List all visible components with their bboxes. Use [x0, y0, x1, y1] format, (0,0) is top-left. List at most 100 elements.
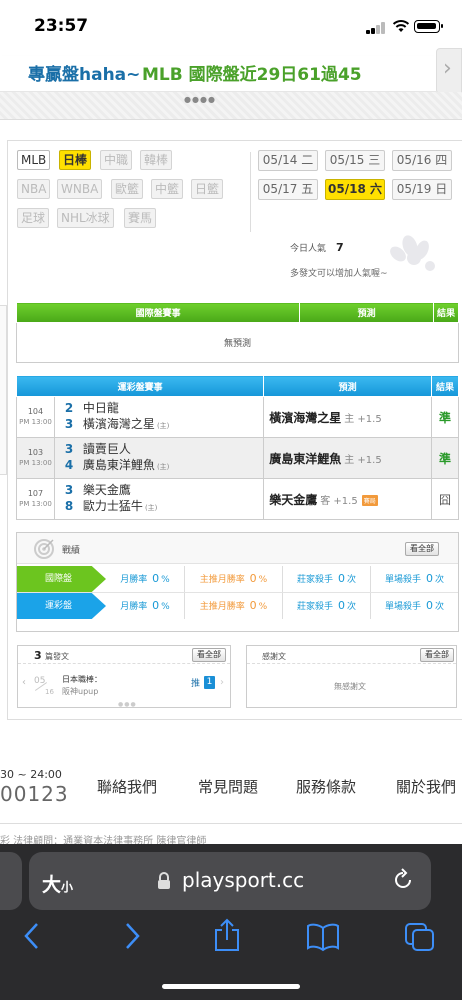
stat-value: 0 [249, 599, 257, 612]
pick-cell: 樂天金鷹客 +1.5 賽局 [263, 478, 433, 520]
home-indicator[interactable] [162, 984, 300, 989]
thanks-empty-message: 無感謝文 [334, 682, 366, 691]
footer-link-faq[interactable]: 常見問題 [198, 776, 258, 797]
sport-chip-wnba[interactable]: WNBA [57, 179, 103, 199]
away-number: 2 [64, 401, 74, 415]
footer-legal: 彩 法律顧問：通業資本法律事務所 陳律官律師 [0, 836, 207, 844]
game-id-cell: 107 PM 13:00 [16, 478, 55, 520]
home-mark: (主) [144, 504, 158, 512]
sport-chip-cba[interactable]: 中籃 [151, 179, 184, 199]
pick-team: 橫濱海灣之星 [269, 410, 342, 425]
posts-pager-dots[interactable]: ●●● [118, 701, 137, 708]
aa-small: 小 [61, 880, 74, 894]
table-row[interactable]: 107 PM 13:00 3 樂天金鷹 8 歐力士猛牛 (主) 樂天金鷹客 +1.5 賽局… [16, 478, 459, 520]
sport-chip-npb[interactable]: 日棒 [59, 150, 92, 170]
posts-label: 篇發文 [45, 652, 69, 661]
tabs-icon[interactable] [404, 918, 436, 954]
sport-chip-mlb[interactable]: MLB [17, 150, 51, 170]
record-cell: 月勝率 0% [106, 593, 184, 619]
stat-value: 0 [425, 599, 433, 612]
sport-chip-kbo[interactable]: 韓棒 [140, 150, 173, 170]
banner-user: 專贏盤haha~ [28, 65, 141, 85]
thanks-view-all-button[interactable]: 看全部 [420, 648, 454, 662]
sport-chip-horse-racing[interactable]: 賽馬 [124, 208, 157, 228]
posts-count: 3 [34, 649, 42, 662]
reload-icon[interactable] [392, 868, 414, 892]
target-icon [34, 539, 54, 559]
teams-cell: 2 中日龍 3 橫濱海灣之星 (主) [53, 396, 265, 438]
pick-team: 樂天金鷹 [269, 492, 318, 507]
posts-panel: 3 篇發文 看全部 ‹ 05 16 日本職棒： 阪神upup 推 1 › ●●● [17, 645, 231, 708]
banner-next-button[interactable]: › [436, 48, 462, 94]
promo-banner[interactable]: 專贏盤haha~ MLB 國際盤近29日61過45 [0, 56, 436, 92]
stat-value: 0 [337, 572, 345, 585]
home-number: 8 [64, 499, 74, 513]
next-arrow-icon[interactable]: › [220, 677, 224, 688]
stat-unit: 次 [434, 602, 444, 612]
pick-cell: 橫濱海灣之星主 +1.5 [263, 396, 433, 438]
lottery-header-games: 運彩盤賽事 [15, 375, 265, 397]
record-row-label: 運彩盤 [17, 593, 106, 619]
chevron-right-icon: › [443, 56, 452, 81]
stat-label: 莊家殺手 [297, 575, 334, 585]
banner-pager-dots[interactable]: ●●●● [184, 95, 216, 104]
footer-link-contact[interactable]: 聯絡我們 [97, 776, 157, 797]
date-0519[interactable]: 05/19 日 [392, 179, 452, 200]
back-icon[interactable] [22, 918, 42, 954]
banner-track [0, 92, 462, 120]
result-cell: 囧 [431, 478, 459, 520]
record-row-label: 國際盤 [17, 566, 106, 592]
posts-view-all-button[interactable]: 看全部 [192, 648, 226, 662]
date-0514[interactable]: 05/14 二 [258, 150, 318, 171]
popularity-label: 今日人氣 [290, 244, 327, 254]
away-team: 樂天金鷹 [82, 483, 131, 497]
stat-unit: % [161, 602, 170, 612]
home-number: 4 [64, 458, 74, 472]
record-cell: 單場殺手 0次 [370, 593, 458, 619]
teams-cell: 3 讀賣巨人 4 廣島東洋鯉魚 (主) [53, 437, 265, 479]
sport-chip-euro-basketball[interactable]: 歐籃 [111, 179, 144, 199]
home-number: 3 [64, 417, 74, 431]
intl-odds-table: 國際盤賽事 預測 結果 無預測 [15, 302, 459, 363]
date-0518[interactable]: 05/18 六 [325, 179, 385, 200]
prev-arrow-icon[interactable]: ‹ [22, 677, 26, 688]
stat-value: 0 [249, 572, 257, 585]
record-view-all-button[interactable]: 看全部 [405, 542, 439, 556]
footer-link-terms[interactable]: 服務條款 [296, 776, 356, 797]
sport-chip-nba[interactable]: NBA [17, 179, 51, 199]
pick-line: 主 +1.5 [344, 455, 381, 466]
table-row[interactable]: 103 PM 13:00 3 讀賣巨人 4 廣島東洋鯉魚 (主) 廣島東洋鯉魚主 +1.… [16, 437, 459, 479]
footer-nav: 聯絡我們 常見問題 服務條款 關於我們 [0, 762, 462, 812]
away-team: 讀賣巨人 [82, 442, 131, 456]
sport-chip-cpbl[interactable]: 中職 [100, 150, 133, 170]
pick-team: 廣島東洋鯉魚 [269, 451, 342, 466]
forward-icon[interactable] [122, 918, 142, 954]
sport-chip-soccer[interactable]: 足球 [17, 208, 50, 228]
pick-side: 客 [320, 495, 331, 507]
post-title[interactable]: 日本職棒： [62, 674, 102, 685]
sport-chip-nhl[interactable]: NHL冰球 [57, 208, 114, 228]
push-count-badge: 1 [204, 676, 215, 689]
url-text[interactable]: playsport.cc [182, 868, 304, 892]
bookmarks-icon[interactable] [305, 918, 341, 954]
table-row[interactable]: 104 PM 13:00 2 中日龍 3 橫濱海灣之星 (主) 橫濱海灣之星主 +1.5… [16, 396, 459, 438]
away-number: 3 [64, 483, 74, 497]
stat-label: 單場殺手 [385, 575, 422, 585]
sport-chip-jbl[interactable]: 日籃 [191, 179, 224, 199]
post-day: 16 [45, 688, 54, 696]
post-subtitle: 阪神upup [62, 687, 99, 696]
game-id: 104 [27, 407, 44, 416]
aa-big: 大 [42, 874, 62, 896]
flower-decoration-icon [390, 235, 435, 271]
share-icon[interactable] [212, 918, 242, 954]
footer-link-about[interactable]: 關於我們 [396, 776, 456, 797]
divider [250, 152, 251, 232]
lottery-header-result: 結果 [431, 375, 459, 397]
date-0516[interactable]: 05/16 四 [392, 150, 452, 171]
previous-tab-peek[interactable] [0, 852, 22, 910]
game-time: PM 13:00 [19, 418, 52, 426]
date-0515[interactable]: 05/15 三 [325, 150, 385, 171]
pick-side: 主 [344, 413, 355, 425]
text-size-button[interactable]: 大小 [42, 870, 73, 897]
date-0517[interactable]: 05/17 五 [258, 179, 318, 200]
